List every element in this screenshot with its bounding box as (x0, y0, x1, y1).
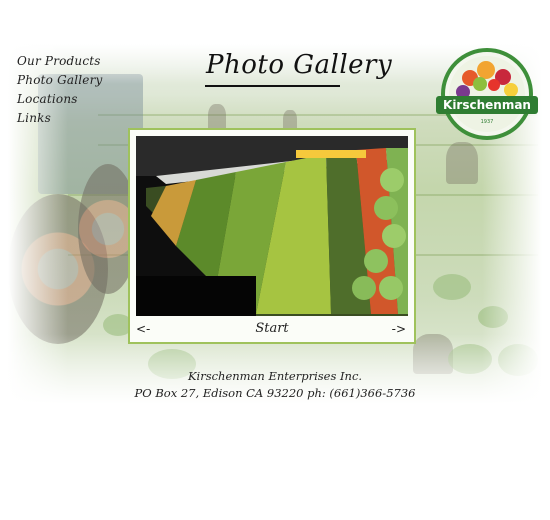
logo-year: 1937 (481, 119, 494, 125)
field-worker (446, 142, 478, 184)
company-address: PO Box 27, Edison CA 93220 ph: (661)366-… (134, 386, 416, 400)
company-name: Kirschenman Enterprises Inc. (187, 369, 363, 383)
footer: Kirschenman Enterprises Inc. PO Box 27, … (0, 368, 550, 402)
nav-link-photo-gallery[interactable]: Photo Gallery (17, 71, 103, 90)
fruit-icon (477, 61, 495, 79)
fruit-icon (488, 79, 500, 91)
main-nav: Our Products Photo Gallery Locations Lin… (17, 52, 103, 128)
kirschenman-logo[interactable]: Kirschenman 1937 (436, 48, 538, 142)
nav-link-our-products[interactable]: Our Products (17, 52, 103, 71)
logo-name: Kirschenman (443, 98, 531, 112)
gallery-photo-produce-display (136, 136, 408, 316)
title-underline (205, 85, 340, 87)
nav-link-locations[interactable]: Locations (17, 90, 103, 109)
start-slideshow-button[interactable]: Start (130, 321, 414, 336)
photo-gallery-frame: <- Start -> (128, 128, 416, 344)
next-photo-button[interactable]: -> (392, 322, 406, 336)
fruit-icon (473, 77, 487, 91)
page-title: Photo Gallery (206, 50, 393, 80)
fruit-icon (504, 83, 518, 97)
crop (433, 274, 471, 300)
nav-link-links[interactable]: Links (17, 109, 103, 128)
gallery-controls: <- Start -> (130, 320, 414, 342)
